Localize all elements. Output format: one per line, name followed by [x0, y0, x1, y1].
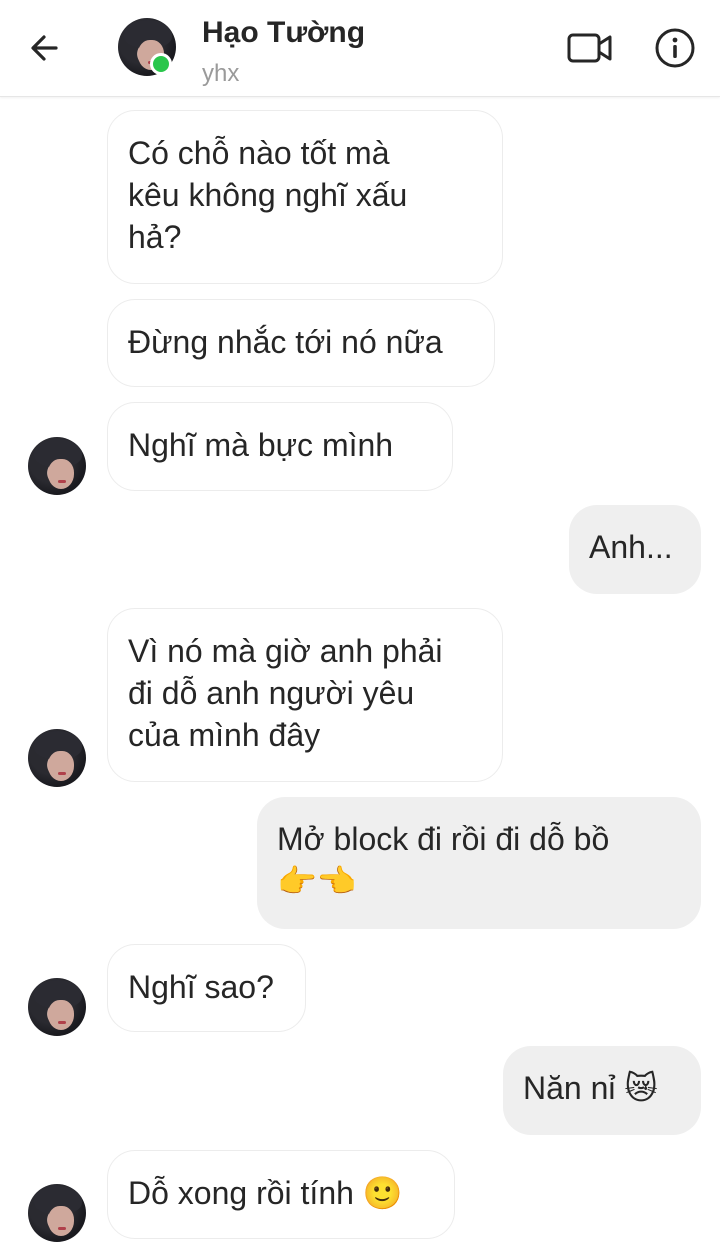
incoming-message[interactable]: Đừng nhắc tới nó nữa — [107, 299, 495, 387]
outgoing-message[interactable]: Anh... — [569, 505, 701, 594]
outgoing-message[interactable]: Mở block đi rồi đi dỗ bồ 👉👈 — [257, 797, 701, 929]
sender-avatar[interactable] — [28, 1184, 86, 1242]
back-button[interactable] — [26, 28, 66, 68]
video-call-button[interactable] — [566, 28, 614, 68]
arrow-left-icon — [31, 35, 58, 61]
sender-avatar[interactable] — [28, 729, 86, 787]
incoming-message[interactable]: Nghĩ sao? — [107, 944, 306, 1032]
incoming-message[interactable]: Dỗ xong rồi tính 🙂 — [107, 1150, 455, 1239]
sender-avatar[interactable] — [28, 978, 86, 1036]
contact-username: yhx — [202, 60, 240, 87]
chat-header: Hạo Tường yhx — [0, 0, 720, 97]
incoming-message[interactable]: Vì nó mà giờ anh phải đi dỗ anh người yê… — [107, 608, 503, 782]
contact-name[interactable]: Hạo Tường — [202, 16, 365, 50]
info-button[interactable] — [654, 27, 696, 69]
online-status-dot — [150, 53, 172, 75]
pointing-fingers-emoji: 👉👈 — [277, 863, 357, 899]
incoming-message[interactable]: Nghĩ mà bực mình — [107, 402, 453, 491]
outgoing-message[interactable]: Năn nỉ 😿 — [503, 1046, 701, 1135]
sender-avatar[interactable] — [28, 437, 86, 495]
crying-cat-emoji: 😿 — [624, 1070, 658, 1106]
incoming-message[interactable]: Có chỗ nào tốt mà kêu không nghĩ xấu hả? — [107, 110, 503, 284]
info-icon — [655, 28, 695, 68]
smiling-face-emoji: 🙂 — [362, 1175, 403, 1211]
video-camera-icon — [567, 33, 612, 63]
